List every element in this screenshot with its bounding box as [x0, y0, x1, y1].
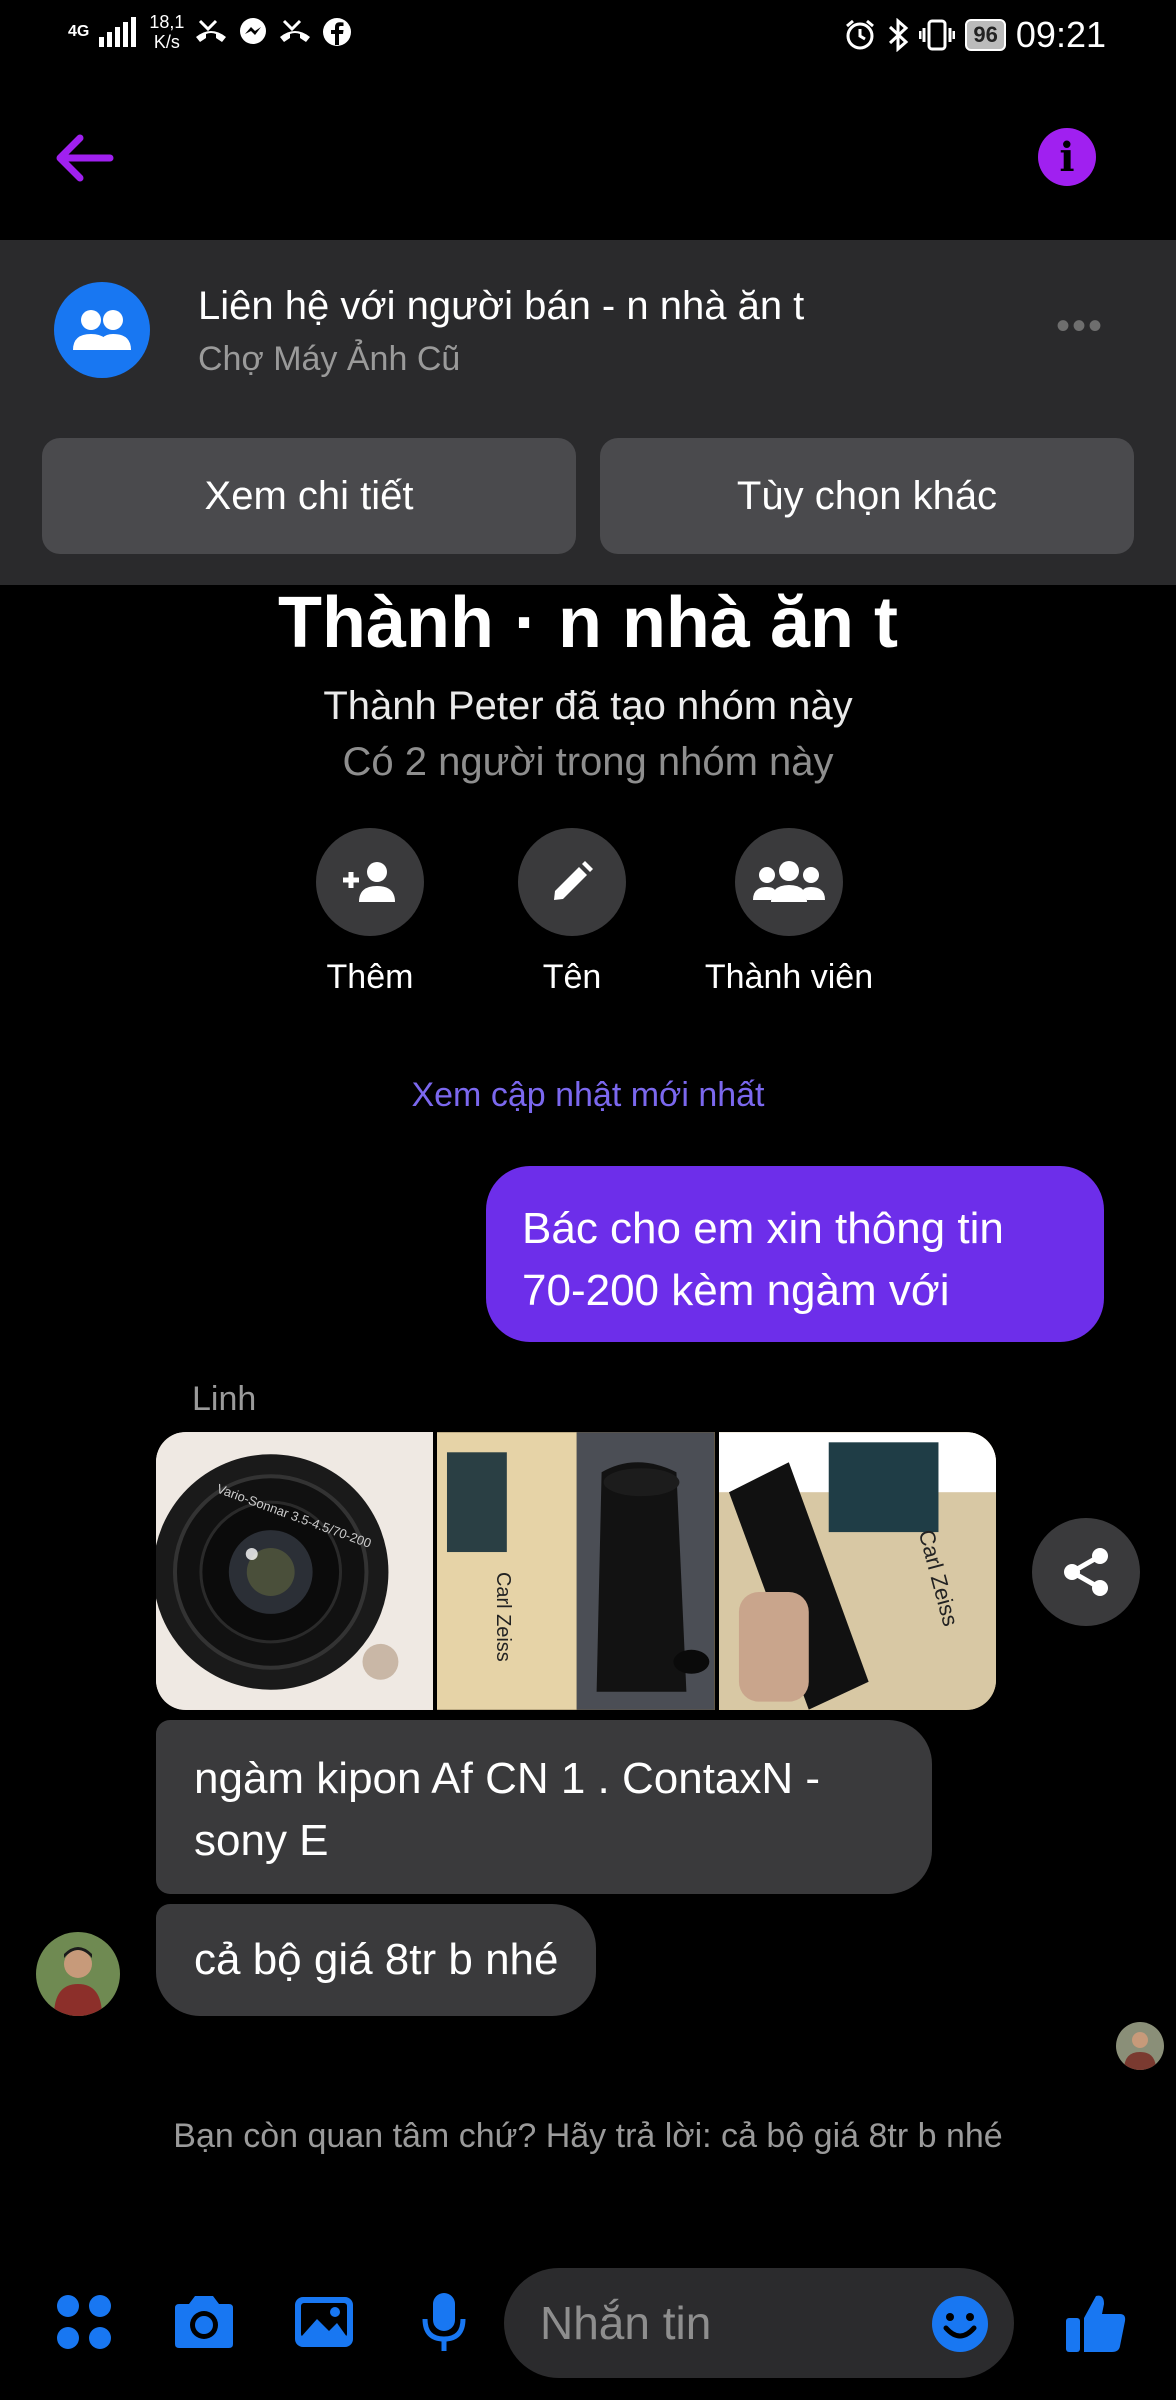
info-icon: i: [1059, 133, 1075, 181]
add-member-action[interactable]: Thêm: [260, 828, 480, 997]
group-title: Thành · n nhà ăn t: [278, 583, 898, 663]
incoming-message-price[interactable]: cả bộ giá 8tr b nhé: [156, 1904, 597, 2016]
box-bag-photo[interactable]: Carl Zeiss: [437, 1432, 715, 1710]
group-created-text: Thành Peter đã tạo nhóm này: [323, 684, 853, 728]
network-speed-unit: K/s: [153, 32, 180, 52]
avatar-image: [36, 1932, 120, 2016]
banner-title: Liên hệ với người bán - n nhà ăn t: [198, 284, 805, 328]
facebook-icon: [323, 18, 352, 46]
lens-image: Vario-Sonnar 3.5-4.5/70-200: [156, 1432, 434, 1710]
incoming-message[interactable]: ngàm kipon Af CN 1 . ContaxN - sony E: [156, 1720, 932, 1894]
pencil-icon: [554, 861, 593, 900]
outgoing-message[interactable]: Bác cho em xin thông tin 70-200 kèm ngàm…: [486, 1166, 1104, 1342]
share-icon: [1064, 1548, 1108, 1596]
add-member-button[interactable]: [316, 828, 424, 936]
camera-button[interactable]: [168, 2286, 240, 2358]
seen-avatar-image: [1116, 2022, 1164, 2070]
group-avatar: [54, 282, 150, 378]
network-label: 4G: [68, 23, 90, 40]
reply-suggestion[interactable]: Bạn còn quan tâm chứ? Hãy trả lời: cả bộ…: [150, 2112, 1026, 2160]
members-button[interactable]: [735, 828, 843, 936]
vibrate-icon: [919, 19, 956, 51]
battery-indicator: 96: [965, 19, 1006, 51]
lens-box-image: Carl Zeiss: [718, 1432, 996, 1710]
box-label: Carl Zeiss: [492, 1572, 514, 1662]
messenger-icon: [240, 18, 267, 44]
camera-icon: [175, 2296, 233, 2348]
status-bar: 4G 18,1 K/s 96 09:21: [0, 0, 1176, 72]
microphone-icon: [422, 2293, 466, 2351]
more-options-icon[interactable]: •••: [1056, 304, 1104, 349]
add-member-label: Thêm: [326, 958, 414, 996]
seen-indicator-avatar: [1116, 2022, 1164, 2070]
lens-box-photo[interactable]: Carl Zeiss: [718, 1432, 996, 1710]
emoji-icon[interactable]: [930, 2294, 990, 2354]
group-icon: [73, 310, 131, 350]
lens-photo[interactable]: Vario-Sonnar 3.5-4.5/70-200: [156, 1432, 434, 1710]
members-icon: [753, 861, 825, 902]
photo-attachments[interactable]: Vario-Sonnar 3.5-4.5/70-200 Carl Zeiss C…: [156, 1432, 996, 1710]
banner-subtitle: Chợ Máy Ảnh Cũ: [198, 340, 461, 378]
signal-icon: [99, 17, 137, 47]
members-action[interactable]: Thành viên: [679, 828, 899, 997]
rename-button[interactable]: [518, 828, 626, 936]
network-speed-value: 18,1: [149, 12, 185, 32]
box-bag-image: Carl Zeiss: [437, 1432, 715, 1710]
share-button[interactable]: [1032, 1518, 1140, 1626]
members-label: Thành viên: [704, 958, 874, 996]
like-button[interactable]: [1060, 2286, 1132, 2358]
gallery-button[interactable]: [288, 2286, 360, 2358]
missed-call-icon-2: [280, 19, 311, 42]
message-input[interactable]: [540, 2268, 900, 2378]
rename-label: Tên: [542, 958, 602, 996]
back-button[interactable]: [48, 122, 120, 194]
alarm-icon: [846, 19, 875, 50]
voice-button[interactable]: [408, 2286, 480, 2358]
sender-name: Linh: [192, 1380, 257, 1418]
marketplace-banner: Liên hệ với người bán - n nhà ăn t Chợ M…: [0, 240, 1176, 585]
message-input-container[interactable]: [504, 2268, 1014, 2378]
info-button[interactable]: i: [1038, 128, 1096, 186]
more-actions-button[interactable]: [48, 2286, 120, 2358]
back-arrow-icon: [56, 134, 114, 182]
other-options-button[interactable]: Tùy chọn khác: [600, 438, 1134, 554]
four-dots-icon: [57, 2295, 111, 2349]
view-details-button[interactable]: Xem chi tiết: [42, 438, 576, 554]
image-icon: [295, 2297, 353, 2347]
group-member-count: Có 2 người trong nhóm này: [342, 740, 834, 784]
sender-avatar[interactable]: [36, 1932, 120, 2016]
rename-action[interactable]: Tên: [462, 828, 682, 997]
add-person-icon: [343, 862, 395, 902]
missed-call-icon: [196, 19, 227, 42]
clock: 09:21: [1015, 14, 1106, 55]
thumbs-up-icon: [1066, 2295, 1126, 2352]
see-latest-updates-link[interactable]: Xem cập nhật mới nhất: [0, 1076, 1176, 1115]
bluetooth-icon: [889, 18, 909, 52]
